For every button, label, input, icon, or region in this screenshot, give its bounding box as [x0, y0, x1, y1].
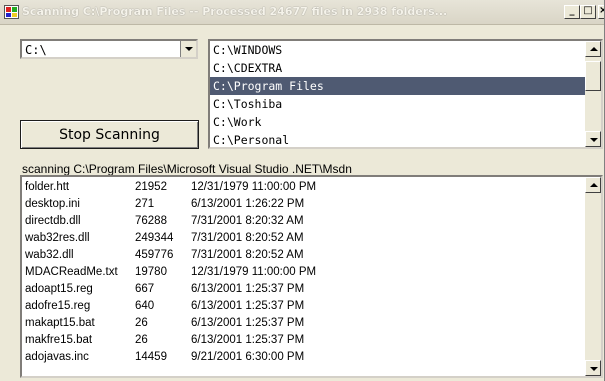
title-bar[interactable]: Scanning C:\Program Files -- Processed 2… [0, 0, 604, 25]
file-date: 7/31/2001 8:20:32 AM [191, 215, 304, 227]
drive-combo-value: C:\ [25, 43, 47, 57]
file-date: 9/21/2001 6:30:00 PM [191, 351, 305, 363]
file-size: 14459 [135, 351, 167, 363]
file-date: 7/31/2001 8:20:52 AM [191, 249, 304, 261]
scroll-down-button[interactable] [585, 131, 601, 147]
scroll-up-icon [590, 183, 598, 187]
stop-scanning-button[interactable]: Stop Scanning [20, 120, 199, 149]
file-size: 271 [135, 198, 155, 210]
file-name: wab32res.dll [25, 232, 90, 244]
folder-list-item[interactable]: C:\Toshiba [210, 95, 588, 113]
file-size: 19780 [135, 266, 167, 278]
scroll-up-icon [590, 47, 598, 51]
app-icon [4, 5, 19, 19]
minimize-button[interactable]: _ [564, 5, 580, 19]
file-date: 6/13/2001 1:26:22 PM [191, 198, 305, 210]
file-row[interactable]: MDACReadMe.txt 19780 12/31/1979 11:00:00 P… [22, 264, 587, 280]
file-name: makfre15.bat [25, 334, 93, 346]
folder-list-item[interactable]: C:\Personal [210, 131, 588, 147]
scroll-up-button[interactable] [585, 177, 601, 193]
folder-list-item-selected[interactable]: C:\Program Files [210, 77, 588, 95]
file-row[interactable]: directdb.dll 76288 7/31/2001 8:20:32 AM [22, 213, 587, 229]
scanner-window: Scanning C:\Program Files -- Processed 2… [0, 0, 605, 381]
file-row[interactable]: makapt15.bat 26 6/13/2001 1:25:37 PM [22, 315, 587, 331]
folder-list-item[interactable]: C:\WINDOWS [210, 41, 588, 59]
file-size: 459776 [135, 249, 174, 261]
file-date: 12/31/1979 11:00:00 PM [191, 266, 317, 278]
folder-list[interactable]: C:\WINDOWS C:\CDEXTRA C:\Program Files C… [208, 39, 603, 149]
file-name: makapt15.bat [25, 317, 95, 329]
file-name: MDACReadMe.txt [25, 266, 118, 278]
folder-list-scrollbar[interactable] [585, 41, 601, 147]
scroll-down-icon [590, 367, 598, 371]
file-row[interactable]: desktop.ini 271 6/13/2001 1:26:22 PM [22, 196, 587, 212]
file-name: adoapt15.reg [25, 283, 93, 295]
folder-list-item[interactable]: C:\Work [210, 113, 588, 131]
file-size: 26 [135, 334, 148, 346]
file-size: 667 [135, 283, 155, 295]
file-list[interactable]: folder.htt 21952 12/31/1979 11:00:00 PM de… [20, 175, 603, 378]
file-row[interactable]: folder.htt 21952 12/31/1979 11:00:00 PM [22, 179, 587, 195]
maximize-button[interactable]: □ [580, 5, 596, 19]
file-date: 7/31/2001 8:20:52 AM [191, 232, 304, 244]
file-name: adofre15.reg [25, 300, 91, 312]
window-title: Scanning C:\Program Files -- Processed 2… [22, 5, 448, 18]
file-list-scrollbar[interactable] [585, 177, 601, 376]
file-name: wab32.dll [25, 249, 74, 261]
folder-list-item[interactable]: C:\CDEXTRA [210, 59, 588, 77]
file-date: 12/31/1979 11:00:00 PM [191, 181, 317, 193]
file-name: folder.htt [25, 181, 70, 193]
file-row[interactable]: wab32.dll 459776 7/31/2001 8:20:52 AM [22, 247, 587, 263]
scroll-down-button[interactable] [585, 360, 601, 376]
close-button[interactable]: × [598, 5, 604, 19]
scroll-thumb[interactable] [585, 61, 601, 91]
file-date: 6/13/2001 1:25:37 PM [191, 300, 305, 312]
file-row[interactable]: adojavas.inc 14459 9/21/2001 6:30:00 PM [22, 349, 587, 365]
file-row[interactable]: adoapt15.reg 667 6/13/2001 1:25:37 PM [22, 281, 587, 297]
scroll-down-icon [590, 138, 598, 142]
file-size: 21952 [135, 181, 167, 193]
chevron-down-icon [185, 47, 193, 51]
file-size: 76288 [135, 215, 167, 227]
file-size: 640 [135, 300, 155, 312]
status-text: scanning C:\Program Files\Microsoft Visu… [22, 162, 352, 176]
file-size: 249344 [135, 232, 174, 244]
file-size: 26 [135, 317, 148, 329]
file-row[interactable]: wab32res.dll 249344 7/31/2001 8:20:52 AM [22, 230, 587, 246]
drive-combo[interactable]: C:\ [20, 39, 198, 59]
file-date: 6/13/2001 1:25:37 PM [191, 317, 305, 329]
file-name: directdb.dll [25, 215, 81, 227]
file-date: 6/13/2001 1:25:37 PM [191, 334, 305, 346]
file-name: adojavas.inc [25, 351, 89, 363]
file-date: 6/13/2001 1:25:37 PM [191, 283, 305, 295]
scroll-up-button[interactable] [585, 41, 601, 57]
file-row[interactable]: makfre15.bat 26 6/13/2001 1:25:37 PM [22, 332, 587, 348]
drive-combo-dropdown-button[interactable] [180, 41, 196, 57]
file-row[interactable]: adofre15.reg 640 6/13/2001 1:25:37 PM [22, 298, 587, 314]
file-name: desktop.ini [25, 198, 80, 210]
